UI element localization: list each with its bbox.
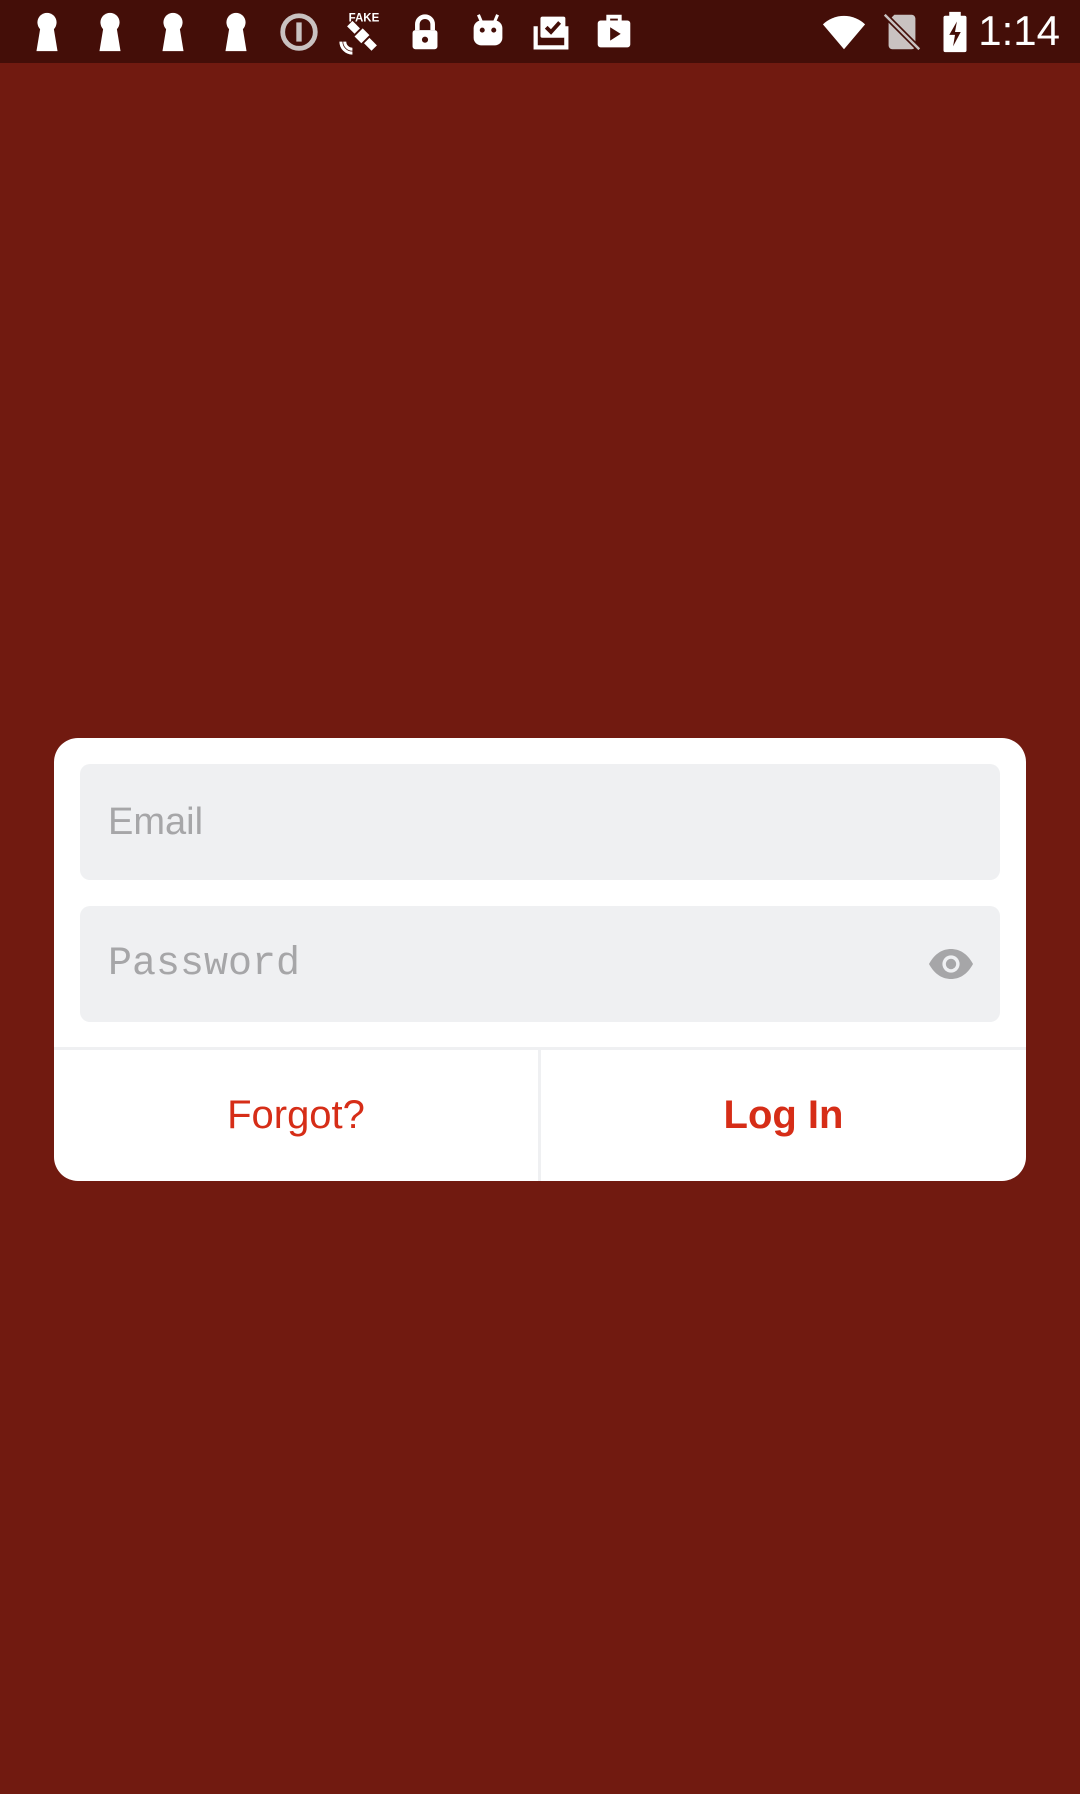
briefcase-check-icon <box>528 9 574 55</box>
email-input[interactable] <box>80 764 1000 880</box>
log-in-button[interactable]: Log In <box>541 1050 1026 1181</box>
briefcase-play-icon <box>591 9 637 55</box>
battery-charging-icon <box>932 9 978 55</box>
status-bar: FAKE 1:14 <box>0 0 1080 63</box>
no-sim-icon <box>879 9 925 55</box>
lock-icon <box>402 9 448 55</box>
password-input[interactable] <box>80 906 1000 1022</box>
android-icon <box>465 9 511 55</box>
status-time: 1:14 <box>978 7 1060 54</box>
eye-icon[interactable] <box>927 940 975 988</box>
forgot-password-button[interactable]: Forgot? <box>54 1050 538 1181</box>
fake-gps-satellite-icon: FAKE <box>339 9 385 55</box>
keyhole-icon <box>213 9 259 55</box>
keyhole-icon <box>24 9 70 55</box>
alert-circle-icon <box>276 9 322 55</box>
keyhole-icon <box>150 9 196 55</box>
login-card: Forgot? Log In <box>54 738 1026 1181</box>
keyhole-icon <box>87 9 133 55</box>
wifi-icon <box>821 9 867 55</box>
